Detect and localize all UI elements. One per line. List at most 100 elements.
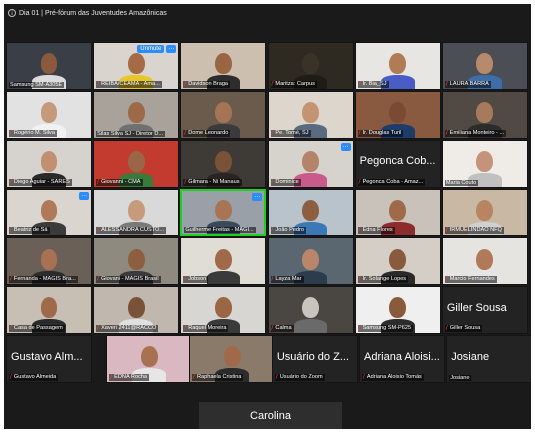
meeting-title: Dia 01 | Pré-fórum das Juventudes Amazôn… xyxy=(19,9,167,17)
participant-name-label: ⧸ Dome Leonardo xyxy=(183,129,231,137)
participant-display-name: Giller Sousa xyxy=(446,301,507,314)
participant-tile[interactable]: … Guilherme Freitas - MAGI... xyxy=(180,188,267,237)
participant-tile[interactable]: ⧸ Emiliana Monteiro - ... xyxy=(441,90,528,139)
participant-name-label: ⧸ Gilmara - Ni Manaus xyxy=(183,178,242,186)
participant-tile[interactable]: ⧸ EDNA Rocha xyxy=(106,335,193,383)
participant-tile[interactable]: Giller Sousa ⧸ Giller Sousa xyxy=(441,286,528,335)
more-options-icon[interactable]: … xyxy=(79,191,90,200)
muted-mic-icon: ⧸ xyxy=(271,178,274,185)
participant-name-label: ⧸ Gustavo Almeida xyxy=(9,373,59,381)
participant-silhouette-head xyxy=(389,248,407,270)
participant-name-label: ⧸ Raphaela Cristina xyxy=(192,373,244,381)
participant-tile[interactable]: Josiane Josiane xyxy=(446,335,531,383)
muted-mic-icon: ⧸ xyxy=(445,129,448,136)
participant-tile[interactable]: ⧸ Maritza: Carpus xyxy=(267,42,354,90)
participant-name-label: Silas Silva SJ - Diretor D... xyxy=(96,130,166,137)
participant-name-label: ⧸ Ir. Bia_SJ xyxy=(357,80,389,88)
participant-tile[interactable]: ⧸ Xaveri 2411@RACCO xyxy=(93,286,180,335)
participant-tile[interactable]: ⧸ Dome Leonardo xyxy=(180,90,267,139)
participant-tile[interactable]: Gustavo Alm... ⧸ Gustavo Almeida xyxy=(6,335,93,383)
participant-silhouette-head xyxy=(127,248,145,270)
participant-tile[interactable]: ⧸ Samsung SM-P625 xyxy=(354,286,441,335)
participant-name: Guilherme Freitas - MAGI... xyxy=(185,227,254,234)
participant-silhouette-head xyxy=(476,101,494,123)
participant-tile[interactable]: ⧸ Ir. Solange Lopes xyxy=(354,237,441,286)
more-options-icon[interactable]: … xyxy=(252,192,263,201)
participant-silhouette-head xyxy=(476,53,494,75)
participant-tile[interactable]: ⧸ Rogério M. Silva xyxy=(6,90,93,139)
participant-tile[interactable]: ⧸ Davidson Braga xyxy=(180,42,267,90)
participant-silhouette-head xyxy=(223,346,241,368)
participant-name: Diego Aguiar - SARES xyxy=(13,178,70,185)
participant-name: Dominice xyxy=(275,178,299,185)
participant-name-label: ⧸ Giovanni - CMA xyxy=(96,178,143,186)
participant-silhouette-head xyxy=(214,248,232,270)
participant-tile[interactable]: Samsung SM-A305E xyxy=(6,42,93,90)
participant-tile[interactable]: ⧸ Calma xyxy=(267,286,354,335)
participant-name: Raphaela Cristina xyxy=(196,373,242,380)
participant-name-label: ⧸ Giovani - MAGIS Brasil xyxy=(96,276,161,284)
participant-name-label: Samsung SM-A305E xyxy=(9,81,65,88)
participant-tile[interactable]: ⧸ Jobson xyxy=(180,237,267,286)
participant-silhouette-head xyxy=(389,53,407,75)
participant-tile[interactable]: Usuário do Z... ⧸ Usuário do Zoom xyxy=(271,335,358,383)
participant-tile[interactable]: Adriana Aloisi... ⧸ Adriana Aloisio Tomás xyxy=(359,335,446,383)
participant-tile[interactable]: ⧸ Ir. Bia_SJ xyxy=(354,42,441,90)
info-icon[interactable]: i xyxy=(8,9,16,17)
more-options-icon[interactable]: … xyxy=(340,142,351,151)
muted-mic-icon: ⧸ xyxy=(363,373,365,380)
participant-tile[interactable]: Unmute… ⧸ REIBA/CEAMA - Ama... xyxy=(93,42,180,90)
active-speaker-strip[interactable]: Carolina xyxy=(199,402,342,429)
muted-mic-icon: ⧸ xyxy=(10,129,12,136)
participant-tile[interactable]: ⧸ Diego Aguiar - SARES xyxy=(6,139,93,188)
participant-tile[interactable]: ⧸ Ir. Douglas Turil xyxy=(354,90,441,139)
unmute-button[interactable]: Unmute xyxy=(137,45,165,53)
participant-tile[interactable]: ⧸ Layza Mar xyxy=(267,237,354,286)
participant-silhouette-head xyxy=(302,101,319,123)
participant-tile[interactable]: ⧸ Edna Flores xyxy=(354,188,441,237)
muted-mic-icon: ⧸ xyxy=(10,276,12,283)
participant-tile[interactable]: ⧸ Fernanda - MAGIS Bra... xyxy=(6,237,93,286)
participant-silhouette-head xyxy=(389,199,407,221)
participant-name-label: Josiane xyxy=(449,374,472,381)
participant-tile[interactable]: ⧸ ALESSANDRA CUSTO... xyxy=(93,188,180,237)
participant-silhouette-head xyxy=(476,248,494,270)
participant-name: IRMUELINDÃO NFQ xyxy=(449,227,502,234)
participant-name-label: ⧸ Giller Sousa xyxy=(444,325,483,333)
participant-name-label: ⧸ Diego Aguiar - SARES xyxy=(9,178,72,186)
participant-tile[interactable]: ⧸ Giovani - MAGIS Brasil xyxy=(93,237,180,286)
participant-name-label: Maria Couto xyxy=(444,179,479,186)
participant-name-label: ⧸ Xaveri 2411@RACCO xyxy=(96,325,159,333)
muted-mic-icon: ⧸ xyxy=(271,129,274,136)
participant-silhouette-head xyxy=(214,297,232,319)
participant-silhouette-head xyxy=(40,101,58,123)
participant-tile[interactable]: ⧸ LAURA BARRA xyxy=(441,42,528,90)
participant-tile[interactable]: … ⧸ Dominice xyxy=(267,139,354,188)
participant-tile[interactable]: ⧸ Giovanni - CMA xyxy=(93,139,180,188)
more-options-icon[interactable]: … xyxy=(166,45,177,53)
muted-mic-icon: ⧸ xyxy=(97,227,100,234)
participant-name: Fernanda - MAGIS Bra... xyxy=(13,276,76,283)
participant-tile[interactable]: Maria Couto xyxy=(441,139,528,188)
participant-tile[interactable]: ⧸ Casa de Passagem xyxy=(6,286,93,335)
muted-mic-icon: ⧸ xyxy=(97,178,100,185)
participant-name-label: ⧸ Fernanda - MAGIS Bra... xyxy=(9,276,78,284)
participant-tile[interactable]: Silas Silva SJ - Diretor D... xyxy=(93,90,180,139)
participant-tile[interactable]: ⧸ Raquel Moreira xyxy=(180,286,267,335)
participant-tile[interactable]: ⧸ João Pedro xyxy=(267,188,354,237)
participant-name-label: ⧸ Jobson xyxy=(183,276,209,284)
participant-name: Edna Flores xyxy=(362,227,393,234)
participant-display-name: Usuário do Z... xyxy=(276,350,349,363)
participant-tile[interactable]: ⧸ Pe. Tomé, SJ xyxy=(267,90,354,139)
participant-tile[interactable]: ⧸ Raphaela Cristina xyxy=(189,335,276,383)
participant-silhouette-head xyxy=(214,150,232,172)
participant-tile[interactable]: ⧸ IRMUELINDÃO NFQ xyxy=(441,188,528,237)
participant-tile[interactable]: Pegonca Cob... ⧸ Pegonca Coba - Amaz... xyxy=(354,139,441,188)
muted-mic-icon: ⧸ xyxy=(358,276,361,283)
muted-mic-icon: ⧸ xyxy=(358,227,361,234)
participant-tile[interactable]: ⧸ Gilmara - Ni Manaus xyxy=(180,139,267,188)
participant-tile[interactable]: ⧸ Marcio Fernandes xyxy=(441,237,528,286)
participant-tile[interactable]: … ⧸ Beatriz de Sá xyxy=(6,188,93,237)
participant-silhouette-head xyxy=(40,53,58,75)
participant-name-label: ⧸ EDNA Rocha xyxy=(109,373,150,381)
